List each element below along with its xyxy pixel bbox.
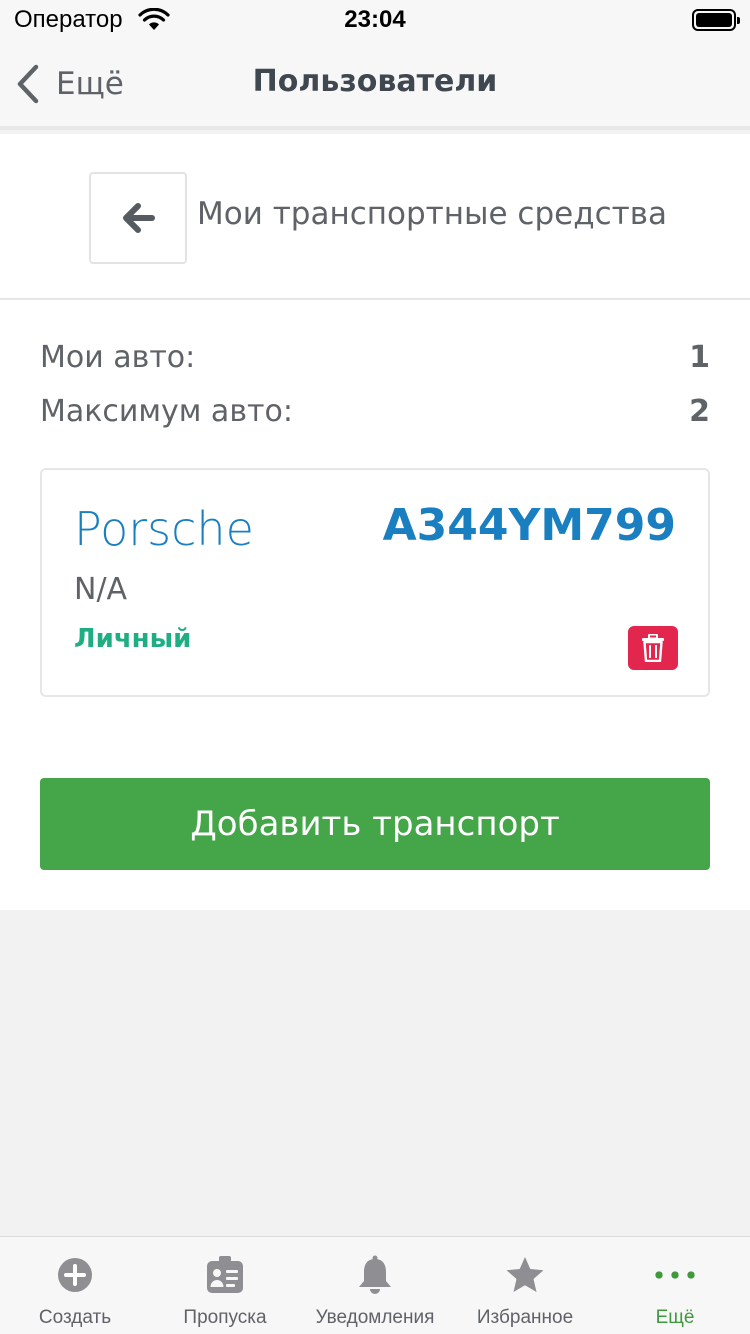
vehicle-brand: Porsche bbox=[74, 502, 254, 556]
vehicle-type: Личный bbox=[74, 624, 192, 654]
add-vehicle-button[interactable]: Добавить транспорт bbox=[40, 778, 710, 870]
vehicle-plate: A344YM799 bbox=[382, 500, 676, 551]
star-icon bbox=[506, 1257, 544, 1292]
stat-my-cars: Мои авто: 1 bbox=[40, 340, 710, 375]
more-dots-icon bbox=[655, 1271, 695, 1279]
tab-bar: Создать Пропуска Уведомления Избранное Е… bbox=[0, 1236, 750, 1334]
page-title: Пользователи bbox=[252, 64, 498, 99]
section-back-button[interactable] bbox=[89, 172, 187, 264]
tab-more[interactable]: Ещё bbox=[600, 1237, 750, 1334]
tab-passes[interactable]: Пропуска bbox=[150, 1237, 300, 1334]
arrow-left-icon bbox=[123, 203, 155, 233]
battery-icon bbox=[692, 9, 740, 31]
stat-value: 2 bbox=[689, 394, 710, 429]
stat-label: Максимум авто: bbox=[40, 394, 293, 429]
bell-icon bbox=[359, 1255, 391, 1294]
tab-notifications[interactable]: Уведомления bbox=[300, 1237, 450, 1334]
main-content: Мои транспортные средства Мои авто: 1 Ма… bbox=[0, 134, 750, 910]
tab-label: Создать bbox=[38, 1307, 112, 1328]
trash-icon bbox=[642, 634, 664, 662]
navigation-bar: Ещё Пользователи bbox=[0, 40, 750, 130]
tab-label: Ещё bbox=[655, 1307, 695, 1328]
badge-icon bbox=[207, 1256, 243, 1293]
tab-label: Пропуска bbox=[183, 1307, 267, 1328]
vehicle-model: N/A bbox=[74, 572, 128, 607]
section-header: Мои транспортные средства bbox=[0, 134, 750, 300]
tab-create[interactable]: Создать bbox=[0, 1237, 150, 1334]
stat-max-cars: Максимум авто: 2 bbox=[40, 394, 710, 429]
vehicle-card[interactable]: Porsche A344YM799 N/A Личный bbox=[40, 468, 710, 697]
stat-value: 1 bbox=[689, 340, 710, 375]
tab-favorites[interactable]: Избранное bbox=[450, 1237, 600, 1334]
status-bar: Оператор 23:04 bbox=[0, 0, 750, 40]
clock: 23:04 bbox=[344, 6, 406, 33]
stat-label: Мои авто: bbox=[40, 340, 196, 375]
section-title: Мои транспортные средства bbox=[197, 196, 667, 232]
tab-label: Избранное bbox=[476, 1307, 574, 1328]
delete-vehicle-button[interactable] bbox=[628, 626, 678, 670]
tab-label: Уведомления bbox=[315, 1307, 435, 1328]
plus-circle-icon bbox=[58, 1258, 92, 1292]
